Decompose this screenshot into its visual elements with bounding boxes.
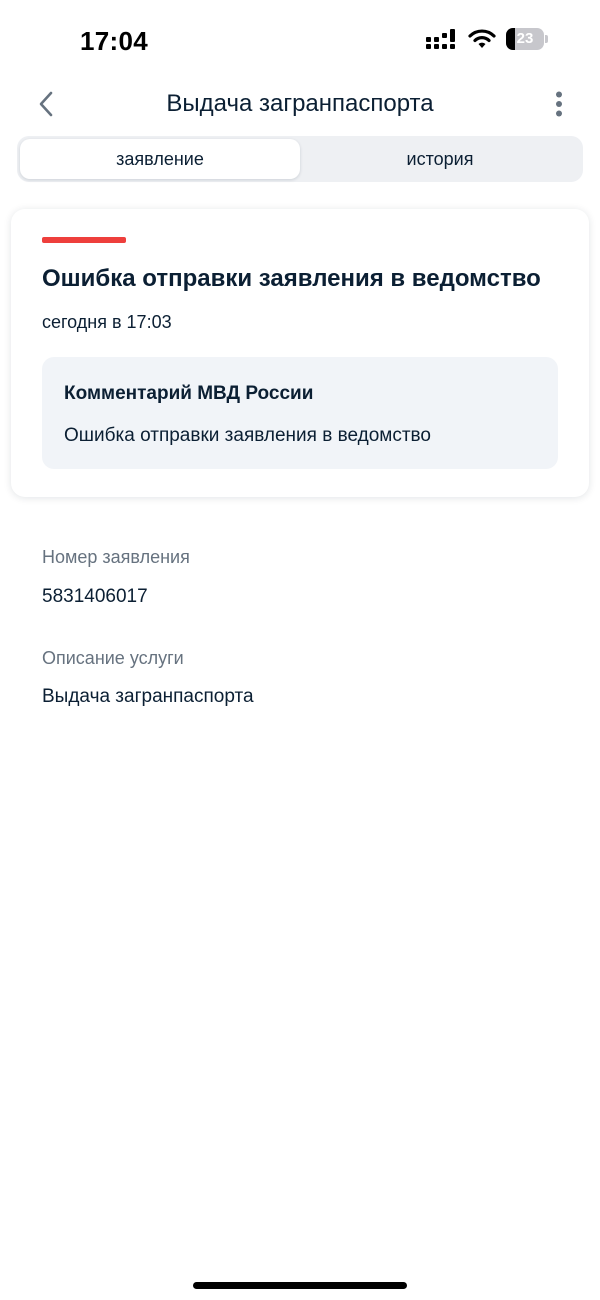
application-number-label: Номер заявления bbox=[42, 547, 190, 567]
battery-level-text: 23 bbox=[516, 30, 534, 47]
wifi-icon bbox=[468, 29, 496, 49]
segmented-tabs: заявление история bbox=[17, 136, 583, 182]
application-number-value: 5831406017 bbox=[42, 586, 148, 607]
comment-title: Комментарий МВД России bbox=[64, 383, 314, 404]
status-bar: 17:04 23 bbox=[0, 0, 600, 84]
status-card: Ошибка отправки заявления в ведомство се… bbox=[11, 209, 589, 497]
status-date: сегодня в 17:03 bbox=[42, 312, 172, 332]
status-icons: 23 bbox=[426, 28, 548, 50]
battery-body: 23 bbox=[506, 28, 544, 50]
comment-text: Ошибка отправки заявления в ведомство bbox=[64, 425, 431, 446]
battery-cap bbox=[545, 35, 548, 43]
tab-application[interactable]: заявление bbox=[20, 139, 300, 179]
service-description-label: Описание услуги bbox=[42, 648, 184, 668]
error-status-indicator bbox=[42, 237, 126, 243]
status-title: Ошибка отправки заявления в ведомство bbox=[42, 265, 541, 292]
battery-icon: 23 bbox=[506, 28, 548, 50]
status-time: 17:04 bbox=[80, 26, 148, 56]
page-title: Выдача загранпаспорта bbox=[166, 90, 434, 117]
tab-history[interactable]: история bbox=[300, 139, 580, 179]
header: Выдача загранпаспорта bbox=[0, 84, 600, 128]
more-options-button[interactable] bbox=[544, 88, 574, 124]
home-indicator bbox=[193, 1282, 407, 1289]
signal-icon bbox=[426, 29, 458, 49]
vertical-dots-icon bbox=[555, 91, 563, 122]
service-description-value: Выдача загранпаспорта bbox=[42, 686, 254, 707]
comment-box: Комментарий МВД России Ошибка отправки з… bbox=[42, 357, 558, 469]
